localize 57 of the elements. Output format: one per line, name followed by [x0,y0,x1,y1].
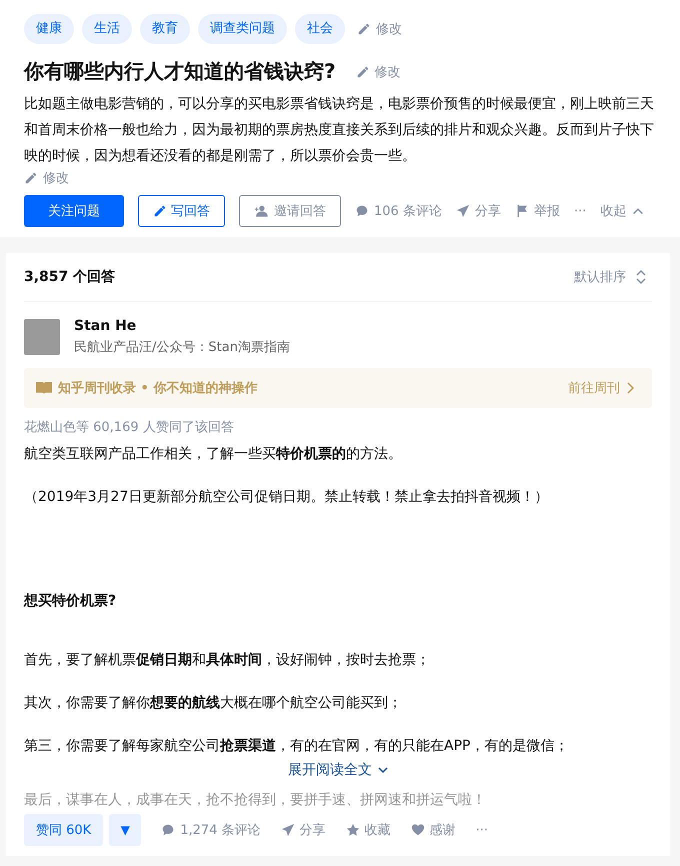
report-button[interactable]: 举报 [514,202,560,220]
topic-tag[interactable]: 调查类问题 [198,14,287,44]
question-description: 比如题主做电影营销的，可以分享的买电影票省钱诀窍是，电影票价预售的时候最便宜，刚上映前三天和首周末价格一般也给力，因为最初期的票房热度直接关系到后续的排片和观众兴趣。反而到片子快下映的时候，因为想看还没看的都是刚需了，所以票价会贵一些。 [24,95,655,166]
star-icon [346,823,360,837]
topic-tag[interactable]: 社会 [295,14,345,44]
upvote-button[interactable]: 赞同 60K [24,814,104,846]
heart-icon [410,823,425,837]
invite-button[interactable]: 邀请回答 [239,195,341,227]
sort-icon [636,270,646,284]
speech-bubble-icon [161,823,176,837]
collection-label: 知乎周刊收录 • 你不知道的神操作 [58,380,258,397]
more-button[interactable]: ··· [476,822,488,838]
answer-heading: 想买特价机票? [24,592,118,611]
book-icon [36,381,52,395]
answer-paragraph: 首先，要了解机票促销日期和具体时间，设好闹钟，按时去抢票； [24,651,431,670]
pencil-icon [24,171,38,185]
comments-button[interactable]: 106 条评论 [355,202,442,220]
thanks-button[interactable]: 感谢 [410,821,456,839]
chevron-right-icon [626,382,634,394]
avatar-placeholder[interactable] [24,319,60,355]
chevron-down-icon [378,765,388,775]
author-headline: 民航业产品汪/公众号：Stan淘票指南 [74,339,290,356]
pencil-icon [153,204,167,218]
comments-button[interactable]: 1,274 条评论 [161,821,261,839]
topic-tag[interactable]: 健康 [24,14,74,44]
speech-bubble-icon [355,204,369,218]
pencil-icon [356,64,370,78]
expand-link[interactable]: 展开阅读全文 [282,760,394,780]
author-name[interactable]: Stan He [74,318,290,334]
follow-button[interactable]: 关注问题 [24,195,124,227]
write-answer-button[interactable]: 写回答 [138,195,225,227]
weekly-link[interactable]: 前往周刊 [562,378,640,398]
answer-paragraph: 航空类互联网产品工作相关，了解一些买特价机票的的方法。 [24,445,403,464]
edit-link[interactable]: 修改 [352,62,405,80]
topic-tag[interactable]: 教育 [140,14,190,44]
edit-link[interactable]: 修改 [353,20,406,38]
answer-paragraph: 其次，你需要了解你想要的航线大概在哪个航空公司能买到； [24,694,403,713]
more-button[interactable]: ··· [574,204,586,218]
topic-tag[interactable]: 生活 [82,14,132,44]
answer-paragraph: 最后，谋事在人，成事在天，抢不抢得到，要拼手速、拼网速和拼运气啦！ [24,791,487,810]
downvote-button[interactable]: ▼ [109,814,142,846]
favorite-button[interactable]: 收藏 [346,821,391,839]
flag-icon [514,204,529,218]
sort-dropdown[interactable]: 默认排序 [568,267,652,287]
add-person-icon [254,204,268,218]
answer-paragraph: （2019年3月27日更新部分航空公司促销日期。禁止转载！禁止拿去拍抖音视频！） [24,488,550,507]
paper-plane-icon [280,823,295,837]
collapse-button[interactable]: 收起 [600,202,646,220]
answer-paragraph: 第三，你需要了解每家航空公司抢票渠道，有的在官网，有的只能在APP，有的是微信； [24,737,570,756]
paper-plane-icon [456,204,470,218]
share-button[interactable]: 分享 [280,821,326,839]
upvoters-text: 花燃山色等 60,169 人赞同了该回答 [24,419,235,436]
pencil-icon [357,22,371,36]
answer-count: 3,857 个回答 [24,268,116,286]
edit-link[interactable]: 修改 [24,169,69,187]
share-button[interactable]: 分享 [456,202,501,220]
question-title: 你有哪些内行人才知道的省钱诀窍? [24,58,336,85]
